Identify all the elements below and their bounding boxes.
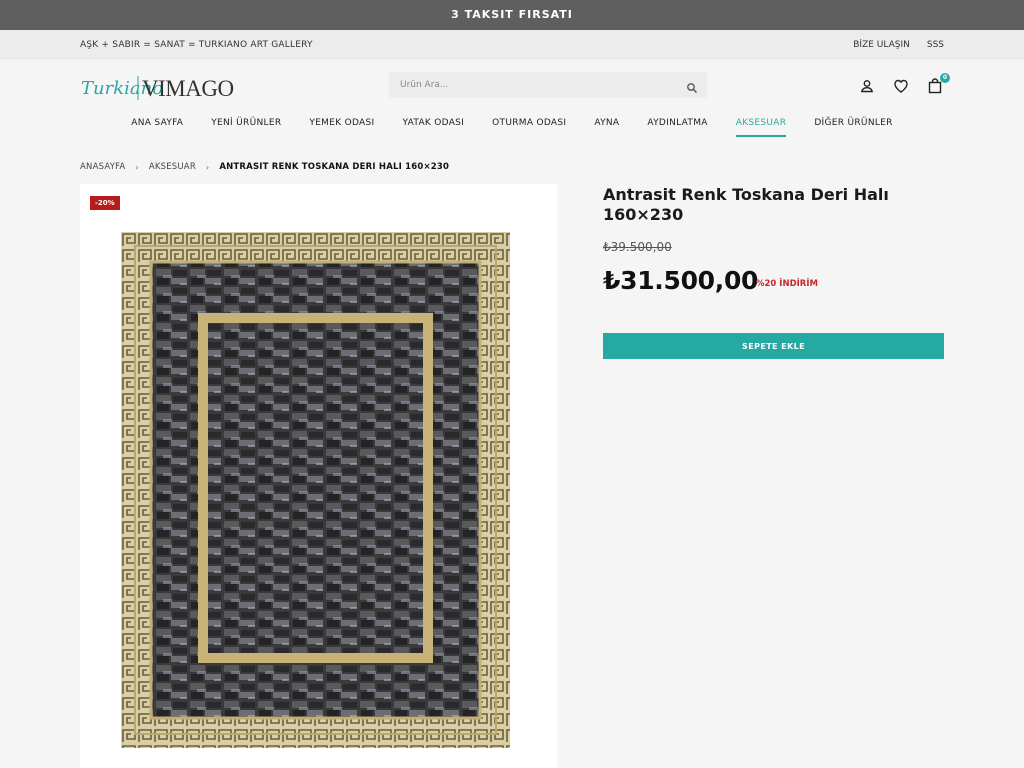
tagline: AŞK + SABIR = SANAT = TURKIANO ART GALLE… xyxy=(80,40,313,50)
breadcrumb: ANASAYFA › AKSESUAR › ANTRASIT RENK TOSK… xyxy=(80,162,449,172)
heart-icon[interactable] xyxy=(892,77,910,95)
search-icon[interactable] xyxy=(686,79,698,94)
promo-banner: 3 TAKSIT FIRSATI xyxy=(0,0,1024,30)
search-bar xyxy=(389,72,707,98)
nav-item-dining[interactable]: YEMEK ODASI xyxy=(309,118,374,138)
breadcrumb-current: ANTRASIT RENK TOSKANA DERI HALI 160×230 xyxy=(219,162,450,172)
breadcrumb-category[interactable]: AKSESUAR xyxy=(149,162,196,172)
discount-label: %20 İNDİRİM xyxy=(756,279,818,289)
user-icon[interactable] xyxy=(858,77,876,95)
bag-icon[interactable]: 0 xyxy=(926,73,950,95)
product-image[interactable] xyxy=(121,232,510,748)
search-input[interactable] xyxy=(389,72,679,98)
top-links: BİZE ULAŞIN SSS xyxy=(853,40,944,50)
chevron-right-icon: › xyxy=(205,162,210,172)
product-title: Antrasit Renk Toskana Deri Halı 160×230 xyxy=(603,185,889,224)
faq-link[interactable]: SSS xyxy=(927,40,944,50)
nav-item-accessories[interactable]: AKSESUAR xyxy=(735,118,787,138)
breadcrumb-home[interactable]: ANASAYFA xyxy=(80,162,125,172)
old-price: ₺39.500,00 xyxy=(603,240,672,254)
nav-item-home[interactable]: ANA SAYFA xyxy=(131,118,183,138)
site-logo[interactable]: Turkiano VIMAGO xyxy=(81,70,236,104)
current-price: ₺31.500,00 xyxy=(603,266,759,295)
chevron-right-icon: › xyxy=(135,162,139,172)
nav-item-bedroom[interactable]: YATAK ODASI xyxy=(402,118,464,138)
nav-item-lighting[interactable]: AYDINLATMA xyxy=(647,118,707,138)
nav-item-mirror[interactable]: AYNA xyxy=(594,118,619,138)
product-gallery: -20% xyxy=(80,184,557,768)
add-to-cart-button[interactable]: SEPETE EKLE xyxy=(603,333,944,359)
header-icons: 0 xyxy=(858,73,950,95)
cart-count-badge: 0 xyxy=(940,73,950,83)
top-bar: AŞK + SABIR = SANAT = TURKIANO ART GALLE… xyxy=(0,30,1024,59)
logo-brand: VIMAGO xyxy=(142,76,234,101)
promo-text: 3 TAKSIT FIRSATI xyxy=(451,8,573,21)
nav-item-living[interactable]: OTURMA ODASI xyxy=(492,118,566,138)
nav-item-other[interactable]: DİĞER ÜRÜNLER xyxy=(814,118,892,138)
contact-link[interactable]: BİZE ULAŞIN xyxy=(853,40,910,50)
nav-item-new[interactable]: YENİ ÜRÜNLER xyxy=(211,118,281,138)
discount-badge: -20% xyxy=(90,196,120,210)
main-nav: ANA SAYFA YENİ ÜRÜNLER YEMEK ODASI YATAK… xyxy=(0,118,1024,138)
